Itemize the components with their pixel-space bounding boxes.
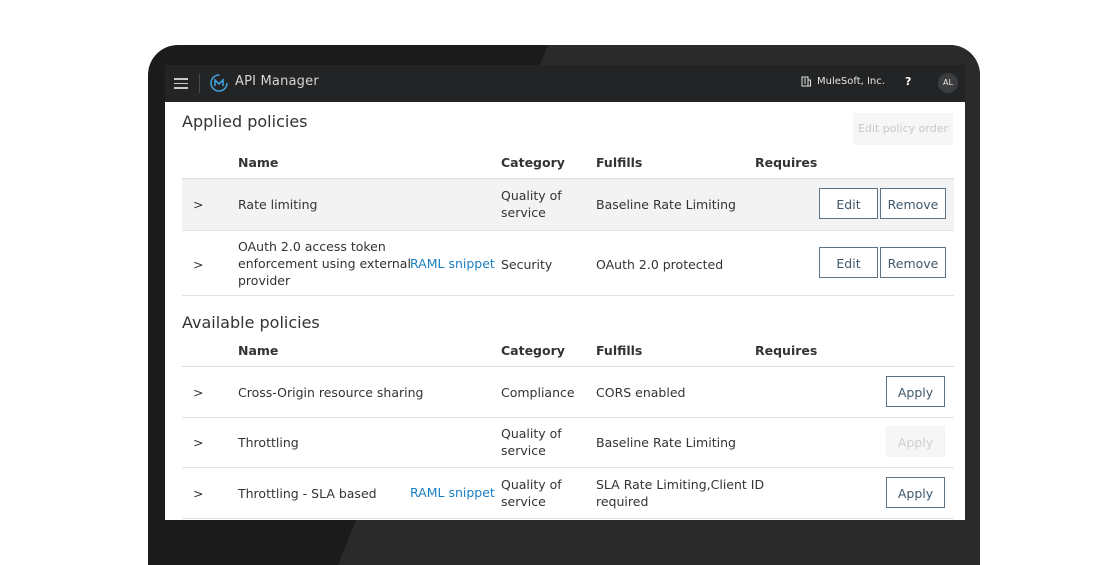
expand-chevron-icon[interactable]: > [193,257,203,272]
apply-button[interactable]: Apply [886,376,945,407]
available-policies-title: Available policies [182,313,320,332]
api-manager-screen: API Manager MuleSoft, Inc. ? AL Applied … [165,65,965,520]
edit-policy-order-button[interactable]: Edit policy order [853,113,953,145]
policy-category: Quality of service [501,188,562,220]
topbar-separator [199,74,200,93]
policy-category: Compliance [501,385,575,400]
user-avatar[interactable]: AL [938,73,958,93]
org-switcher[interactable]: MuleSoft, Inc. [817,76,885,87]
applied-header-requires: Requires [755,155,818,170]
policy-name: OAuth 2.0 access token enforcement using … [238,239,411,288]
available-header-category: Category [501,343,565,358]
available-header-fulfills: Fulfills [596,343,643,358]
table-row: > OAuth 2.0 access token enforcement usin… [182,231,954,296]
policy-name: Rate limiting [238,197,318,212]
expand-chevron-icon[interactable]: > [193,197,203,212]
applied-header-name: Name [238,155,279,170]
hamburger-menu-icon[interactable] [174,76,188,90]
table-row: > Throttling Quality of service Baseline … [182,418,954,468]
policy-fulfills: Baseline Rate Limiting [596,435,736,450]
expand-chevron-icon[interactable]: > [193,486,203,501]
table-row: > Rate limiting Quality of service Baseli… [182,179,954,231]
expand-chevron-icon[interactable]: > [193,385,203,400]
applied-header-category: Category [501,155,565,170]
policy-name: Throttling [238,435,299,450]
policy-category: Quality of service [501,477,562,509]
remove-button[interactable]: Remove [880,247,946,278]
edit-button[interactable]: Edit [819,188,878,219]
policy-fulfills: OAuth 2.0 protected [596,257,724,272]
expand-chevron-icon[interactable]: > [193,435,203,450]
app-title: API Manager [235,74,319,89]
mulesoft-logo-icon [210,74,228,92]
policy-category: Security [501,257,553,272]
building-icon [801,76,811,87]
apply-button[interactable]: Apply [886,477,945,508]
applied-header-fulfills: Fulfills [596,155,643,170]
raml-snippet-link[interactable]: RAML snippet [410,256,495,271]
applied-policies-title: Applied policies [182,112,308,131]
top-bar: API Manager MuleSoft, Inc. ? AL [165,65,965,102]
table-row: > Throttling - SLA based RAML snippet Qu… [182,468,954,519]
policy-fulfills: CORS enabled [596,385,686,400]
policy-name: Throttling - SLA based [238,486,377,501]
raml-snippet-link[interactable]: RAML snippet [410,485,495,500]
available-header-requires: Requires [755,343,818,358]
table-row: > Cross-Origin resource sharing Complian… [182,367,954,418]
policy-category: Quality of service [501,426,562,458]
policy-fulfills: Baseline Rate Limiting [596,197,736,212]
policy-name: Cross-Origin resource sharing [238,385,424,400]
apply-button-disabled: Apply [886,426,945,457]
help-button[interactable]: ? [905,75,911,88]
remove-button[interactable]: Remove [880,188,946,219]
edit-button[interactable]: Edit [819,247,878,278]
policy-fulfills: SLA Rate Limiting,Client ID required [596,477,765,509]
available-header-name: Name [238,343,279,358]
